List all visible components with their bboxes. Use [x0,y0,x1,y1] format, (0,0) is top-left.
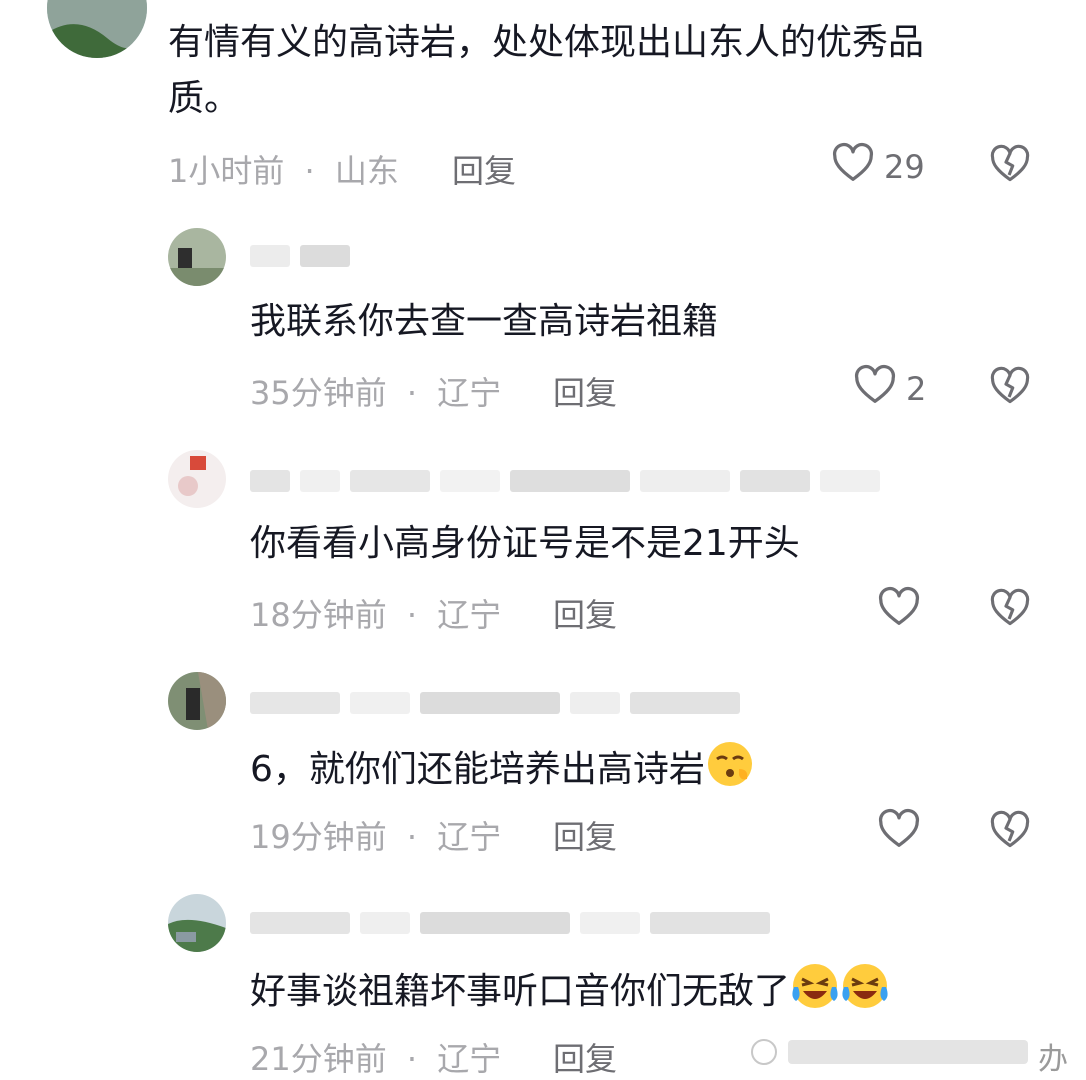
like-count: 29 [884,148,925,186]
avatar[interactable] [168,228,226,286]
reply-meta: 18分钟前 · 辽宁 [250,590,501,636]
reply-meta: 19分钟前 · 辽宁 [250,812,501,858]
separator: · [406,818,418,856]
broken-heart-icon [988,588,1032,634]
reply-button[interactable]: 回复 [553,590,617,636]
reply-meta: 21分钟前 · 辽宁 [250,1034,501,1080]
watermark: 办 [748,1030,1086,1077]
location: 山东 [334,152,399,190]
heart-outline-icon [830,140,876,194]
timestamp: 19分钟前 [250,818,387,856]
reply-text: 好事谈祖籍坏事听口音你们无敌了 [250,961,890,1027]
reply-text-body: 6，就你们还能培养出高诗岩 [250,749,705,790]
reply-button[interactable]: 回复 [553,812,617,858]
username-redacted [250,245,360,275]
avatar[interactable] [168,450,226,508]
username-redacted [250,470,950,500]
avatar[interactable] [168,894,226,952]
reply-text: 6，就你们还能培养出高诗岩 [250,739,755,805]
separator: · [304,152,315,190]
like-button[interactable] [876,584,930,638]
username-redacted [250,912,830,942]
timestamp: 35分钟前 [250,374,387,412]
like-button[interactable]: 2 [852,362,926,416]
watermark-blur [788,1040,1028,1064]
location: 辽宁 [437,1040,502,1078]
crying-laughing-face-emoji [840,961,890,1027]
heart-outline-icon [852,362,898,416]
dislike-button[interactable] [988,808,1032,856]
like-button[interactable] [876,806,930,860]
timestamp: 1小时前 [168,152,285,190]
timestamp: 21分钟前 [250,1040,387,1078]
separator: · [406,596,418,634]
broken-heart-icon [988,144,1032,190]
username-redacted [250,692,780,722]
avatar[interactable] [168,672,226,730]
dislike-button[interactable] [988,586,1032,634]
reply-text-body: 好事谈祖籍坏事听口音你们无敌了 [250,971,791,1012]
sleepy-face-emoji [705,739,755,805]
reply-button[interactable]: 回复 [553,1034,617,1080]
like-button[interactable]: 29 [830,140,925,194]
reply-text: 我联系你去查一查高诗岩祖籍 [250,301,719,342]
crying-laughing-face-emoji [790,961,840,1027]
reply-meta: 35分钟前 · 辽宁 [250,368,501,414]
location: 辽宁 [437,374,502,412]
watermark-text: 办 [1038,1042,1068,1077]
like-count: 2 [906,370,927,408]
comment-text-continued: 质。 [168,78,241,119]
reply-button[interactable]: 回复 [553,368,617,414]
heart-outline-icon [876,584,922,638]
location: 辽宁 [437,596,502,634]
comment-text: 有情有义的高诗岩，处处体现出山东人的优秀品 [168,22,925,63]
comment-meta: 1小时前 · 山东 [168,146,399,192]
heart-outline-icon [876,806,922,860]
broken-heart-icon [988,810,1032,856]
reply-text: 你看看小高身份证号是不是21开头 [250,523,800,564]
location: 辽宁 [437,818,502,856]
dislike-button[interactable] [988,364,1032,412]
avatar[interactable] [47,0,147,58]
weibo-logo-icon [750,1038,778,1070]
broken-heart-icon [988,366,1032,412]
separator: · [406,374,418,412]
timestamp: 18分钟前 [250,596,387,634]
separator: · [406,1040,418,1078]
reply-button[interactable]: 回复 [452,146,516,192]
dislike-button[interactable] [988,142,1032,190]
